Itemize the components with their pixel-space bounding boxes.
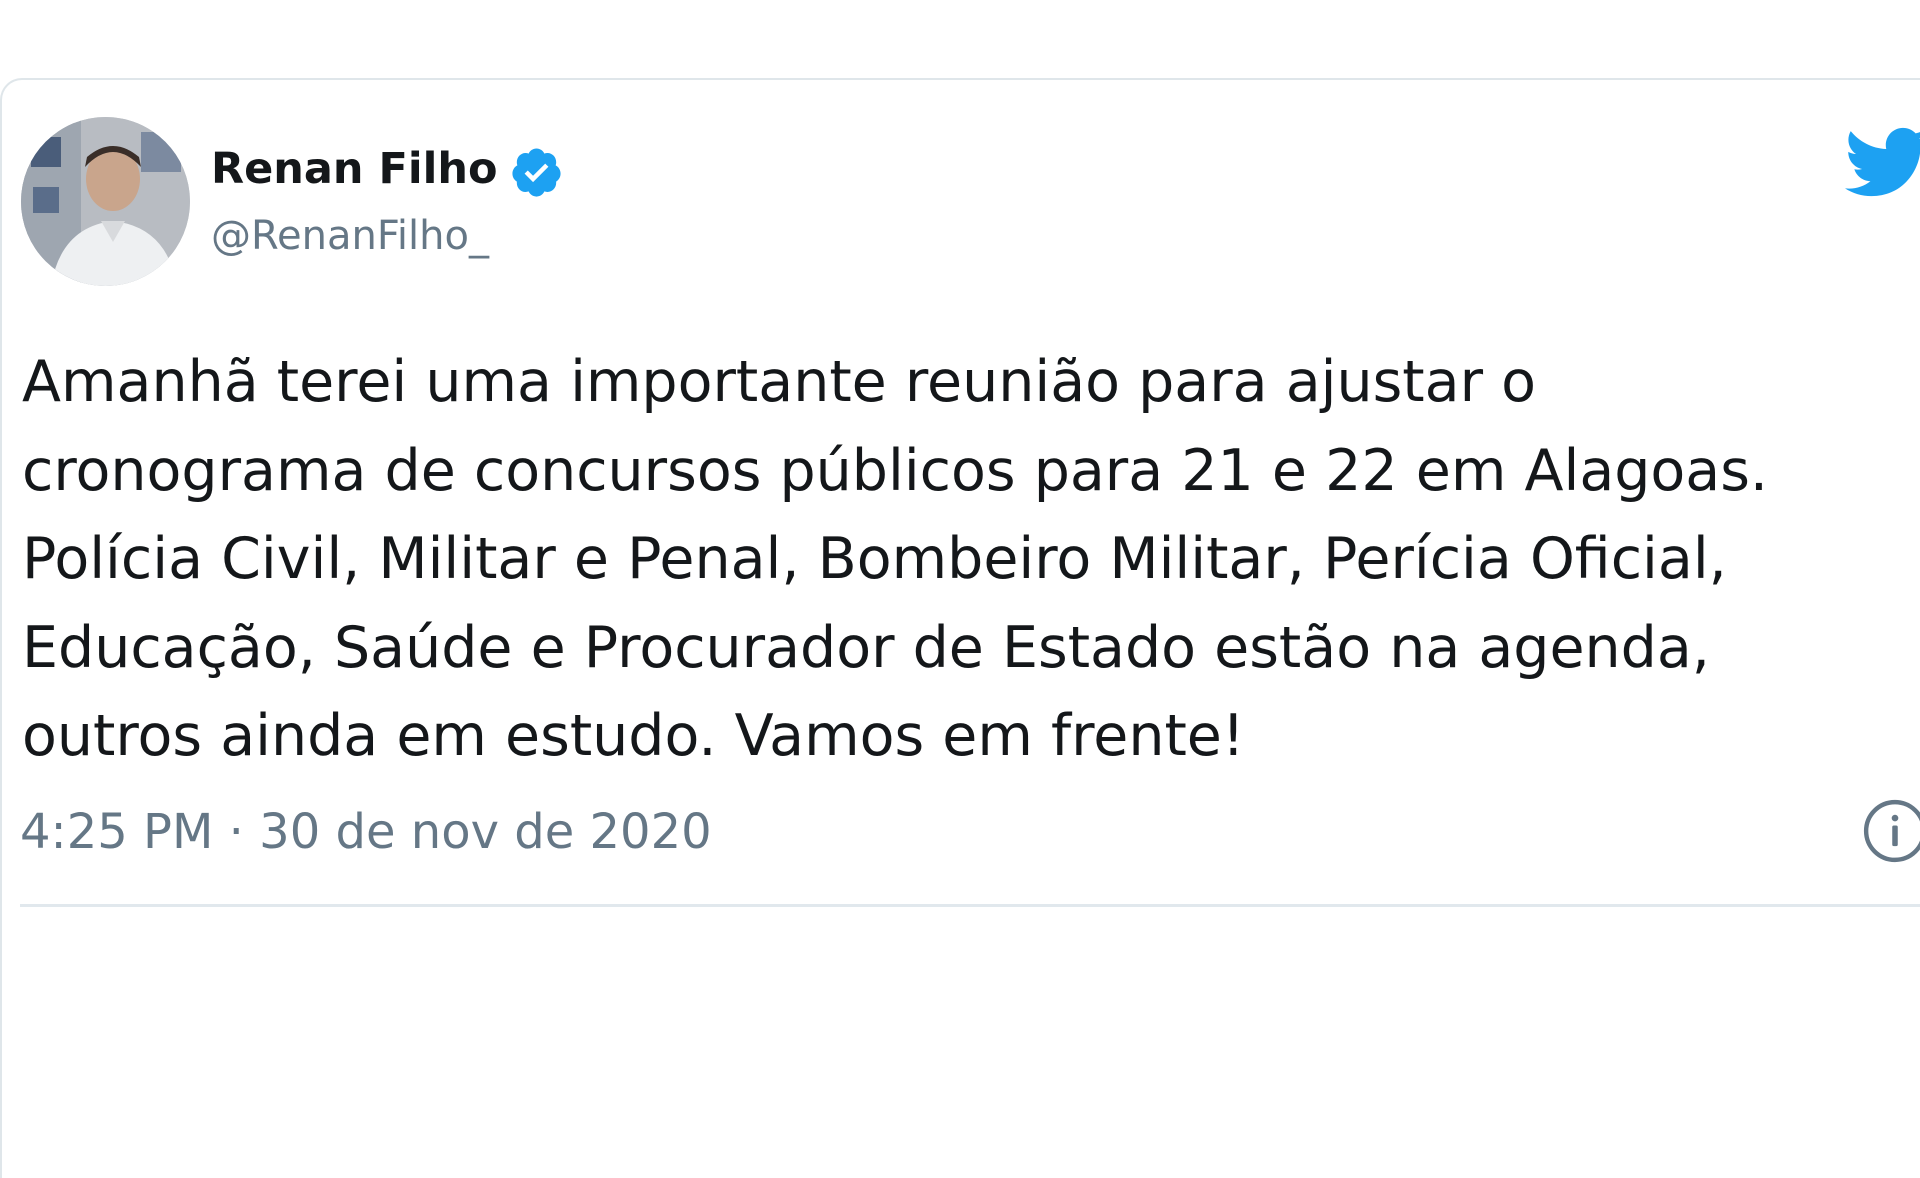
tweet-timestamp[interactable]: 4:25 PM · 30 de nov de 2020 — [20, 800, 712, 864]
tweet-text-line: Amanhã terei uma importante reunião para… — [22, 349, 1537, 415]
tweet-text-line: Educação, Saúde e Procurador de Estado e… — [22, 614, 1710, 681]
info-icon[interactable] — [1862, 798, 1920, 864]
author-display-name[interactable]: Renan Filho — [211, 141, 498, 197]
tweet-text: Amanhã terei uma importante reunião para… — [22, 338, 1917, 781]
author-handle[interactable]: @RenanFilho_ — [211, 208, 489, 264]
tweet-text-line: cronograma de concursos públicos para 21… — [22, 437, 1769, 504]
tweet-text-line: outros ainda em estudo. Vamos em frente! — [22, 703, 1245, 769]
avatar-photo — [21, 117, 190, 286]
verified-badge-icon — [512, 148, 561, 197]
twitter-bird-icon[interactable] — [1845, 124, 1920, 200]
tweet-divider — [20, 904, 1920, 907]
author-avatar[interactable] — [21, 117, 190, 286]
tweet-text-line: Polícia Civil, Militar e Penal, Bombeiro… — [22, 526, 1727, 592]
